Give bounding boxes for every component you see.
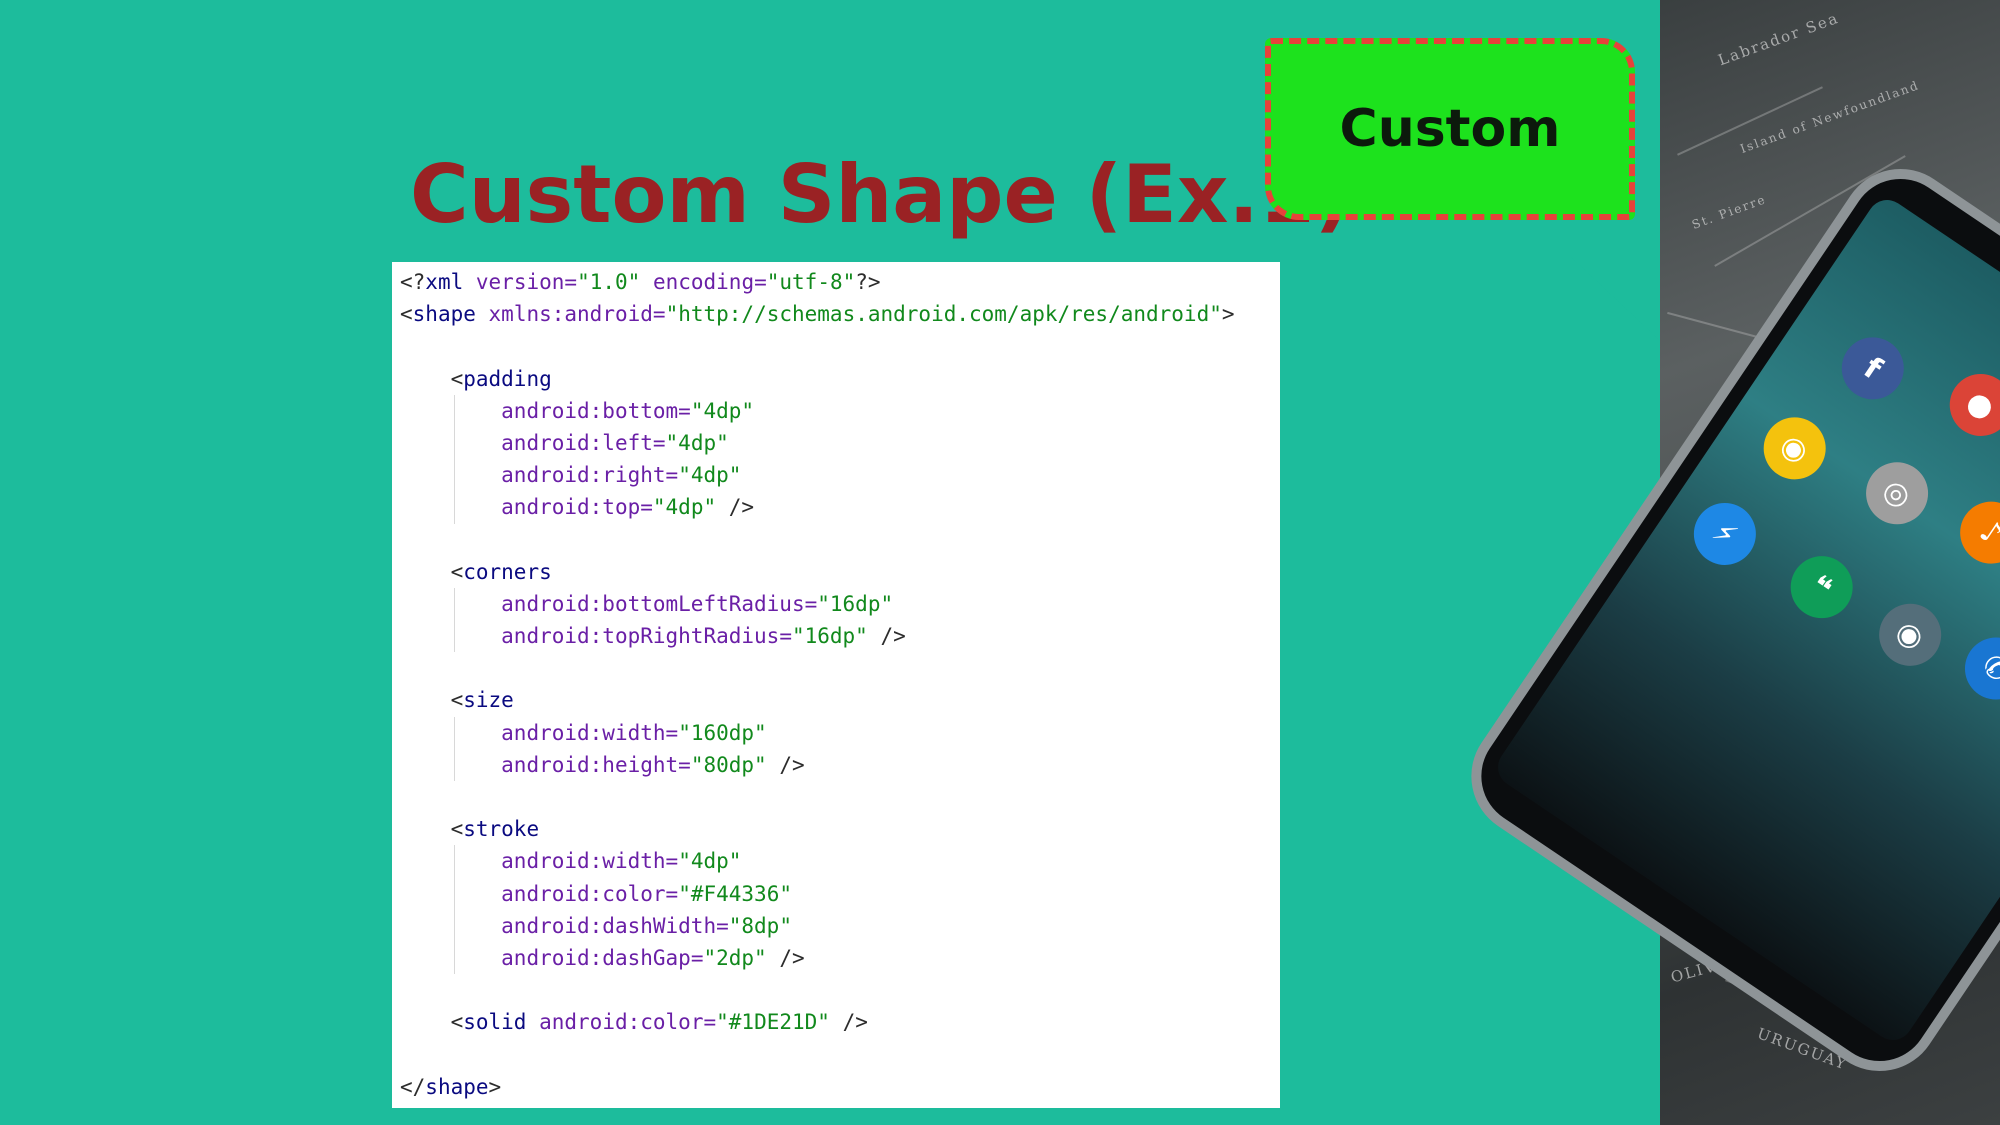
code-line: <solid android:color="#1DE21D" />: [450, 1010, 868, 1035]
playmemories-icon: ◉: [1751, 405, 1838, 492]
code-line: <corners: [450, 559, 552, 584]
code-line: </shape>: [400, 1074, 502, 1099]
code-line: <size: [450, 688, 514, 713]
code-line: <padding: [450, 366, 552, 391]
messenger-icon: ⚡: [1681, 490, 1768, 577]
map-label: Labrador Sea: [1715, 8, 1842, 70]
code-line: android:width="160dp": [392, 716, 1280, 749]
camera-icon: ◉: [1867, 591, 1954, 678]
code-line: <shape xmlns:android="http://schemas.and…: [400, 302, 1235, 327]
code-line: <stroke: [450, 817, 540, 842]
code-line: <?xml version="1.0" encoding="utf-8"?>: [400, 270, 881, 294]
callout-notch: [1570, 256, 1670, 350]
code-line: android:topRightRadius="16dp" />: [392, 620, 1280, 653]
code-line: android:right="4dp": [392, 459, 1280, 492]
facebook-icon: f: [1829, 325, 1916, 412]
map-label: St. Pierre: [1689, 192, 1769, 232]
code-panel: <?xml version="1.0" encoding="utf-8"?> <s…: [392, 262, 1280, 1108]
hangouts-icon: ❝: [1778, 544, 1865, 631]
code-line: android:height="80dp" />: [392, 748, 1280, 781]
code-line: android:top="4dp" />: [392, 491, 1280, 524]
code-line: android:left="4dp": [392, 426, 1280, 460]
code-line: android:bottomLeftRadius="16dp": [392, 587, 1280, 621]
code-line: android:dashWidth="8dp": [392, 909, 1280, 942]
custom-shape-demo-button[interactable]: Custom: [1265, 38, 1635, 220]
custom-shape-demo-label: Custom: [1339, 99, 1561, 159]
music-icon: ♪: [1948, 489, 2000, 576]
slide-title: Custom Shape (Ex.1): [410, 148, 1352, 241]
code-line: android:color="#F44336": [392, 877, 1280, 910]
chrome-icon: ●: [1937, 361, 2000, 449]
code-line: android:bottom="4dp": [392, 394, 1280, 427]
phone-icon: ✆: [1952, 625, 2000, 712]
code-line: android:dashGap="2dp" />: [392, 941, 1280, 975]
vsco-icon: ◎: [1854, 450, 1941, 537]
code-line: android:width="4dp": [392, 845, 1280, 878]
map-label: Island of Newfoundland: [1738, 77, 1922, 157]
